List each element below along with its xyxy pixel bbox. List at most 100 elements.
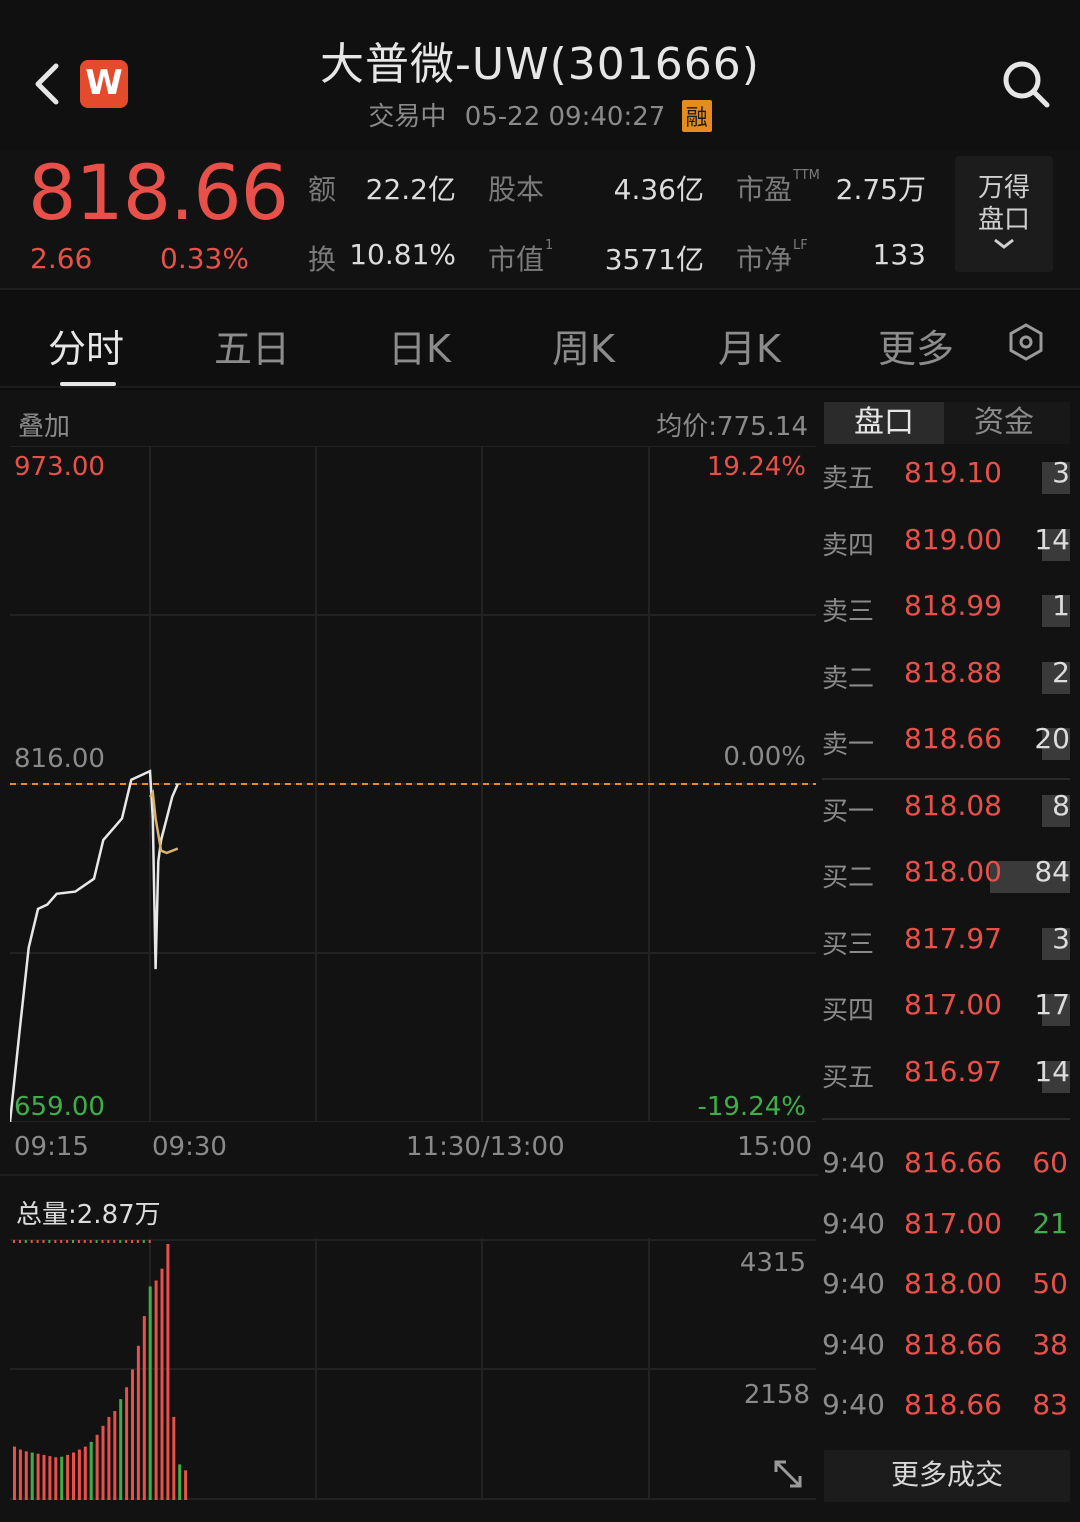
level-name: 买二 [822, 863, 875, 893]
trade-price: 818.00 [904, 1267, 1002, 1300]
auction-marker [72, 1240, 74, 1243]
turnover-label: 额 [308, 173, 337, 206]
overlay-button[interactable]: 叠加 [18, 406, 70, 443]
level-name: 买五 [822, 1062, 875, 1093]
bid-row[interactable]: 买五 816.97 14 [822, 1054, 1072, 1107]
tab-daily-k[interactable]: 日K [388, 318, 451, 373]
level-price: 818.08 [904, 788, 1002, 822]
intraday-price-chart[interactable] [10, 446, 816, 1122]
ask-row[interactable]: 卖五 819.10 3 [822, 456, 1072, 508]
ask-row[interactable]: 卖四 819.00 14 [822, 523, 1072, 575]
turnover-rate-value: 10.81% [349, 238, 456, 271]
volume-bar [30, 1452, 34, 1500]
bid-row[interactable]: 买三 817.97 3 [822, 921, 1072, 974]
level-name: 买四 [822, 996, 875, 1026]
auction-marker [136, 1240, 139, 1243]
tab-monthly-k[interactable]: 月K [718, 318, 781, 373]
wind-box-line1: 万得 [977, 173, 1030, 203]
tab-intraday[interactable]: 分时 [48, 318, 124, 373]
trade-volume: 21 [1032, 1206, 1068, 1240]
tab-more[interactable]: 更多 [878, 318, 954, 373]
tab-weekly-k[interactable]: 周K [552, 318, 615, 373]
bid-row[interactable]: 买四 817.00 17 [822, 988, 1072, 1040]
volume-bar [172, 1416, 176, 1500]
pe-value: 2.75万 [835, 173, 926, 206]
level-price: 818.88 [904, 655, 1002, 689]
auction-marker [101, 1240, 104, 1243]
level-volume: 1 [1052, 589, 1070, 622]
trade-volume: 60 [1032, 1146, 1068, 1179]
auction-marker [54, 1240, 57, 1243]
last-price: 818.66 [28, 148, 289, 237]
auction-marker [18, 1240, 21, 1243]
ask-row[interactable]: 卖一 818.66 20 [822, 722, 1072, 774]
ask-row[interactable]: 卖三 818.99 1 [822, 589, 1072, 641]
auction-marker [83, 1240, 86, 1243]
volume-bar [154, 1280, 158, 1500]
volume-bar [184, 1470, 188, 1500]
volume-bar [178, 1464, 182, 1500]
auction-marker [36, 1240, 39, 1243]
auction-marker [113, 1240, 116, 1243]
tab-orderbook[interactable]: 盘口 [824, 402, 944, 444]
volume-bar [131, 1369, 134, 1500]
level-volume: 3 [1052, 456, 1070, 489]
back-arrow-icon[interactable] [30, 60, 64, 108]
volume-bar [89, 1441, 93, 1500]
pb-value: 133 [872, 238, 926, 271]
volume-bar [48, 1456, 52, 1500]
bid-row[interactable]: 买一 818.08 8 [822, 788, 1072, 841]
active-tab-indicator [60, 382, 116, 386]
wind-orderbook-button[interactable]: 万得 盘口 [955, 156, 1053, 272]
trade-price: 817.00 [904, 1206, 1002, 1240]
tab-capital-flow[interactable]: 资金 [944, 402, 1064, 444]
auction-marker [24, 1240, 27, 1243]
volume-bar [24, 1451, 28, 1500]
volume-bar [119, 1399, 123, 1500]
auction-marker [107, 1240, 110, 1243]
volume-bar [72, 1452, 75, 1500]
x-label-1500: 15:00 [737, 1132, 812, 1162]
trading-status: 交易中 05-22 09:40:27 融 [240, 96, 840, 133]
vol-mid-label: 2158 [743, 1380, 810, 1410]
expand-icon[interactable] [772, 1458, 804, 1490]
auction-marker [89, 1240, 92, 1243]
search-icon[interactable] [1000, 58, 1052, 110]
auction-marker [125, 1240, 128, 1243]
volume-bar [142, 1316, 146, 1500]
tab-five-day[interactable]: 五日 [214, 318, 290, 373]
volume-bar [125, 1387, 129, 1500]
ask-row[interactable]: 卖二 818.88 2 [822, 655, 1072, 708]
level-volume: 20 [1034, 722, 1070, 755]
turnover-rate-label: 换 [308, 243, 337, 276]
auction-marker [13, 1240, 15, 1243]
trade-row: 9:40 818.66 83 [822, 1388, 1072, 1432]
trade-price: 818.66 [904, 1327, 1002, 1361]
volume-bar [13, 1446, 16, 1500]
y-bottom-pct-label: -19.24% [697, 1092, 806, 1122]
vol-top-label: 4315 [739, 1248, 806, 1278]
auction-marker [42, 1240, 45, 1243]
volume-bar [77, 1449, 81, 1500]
stock-title: 大普微-UW(301666) [320, 39, 760, 90]
level-volume: 3 [1052, 921, 1070, 955]
settings-hexagon-icon[interactable] [1006, 322, 1046, 362]
x-label-midday: 11:30/13:00 [406, 1132, 565, 1162]
margin-badge: 融 [681, 100, 712, 132]
trade-time: 9:40 [822, 1327, 885, 1361]
level-volume: 14 [1034, 1054, 1070, 1088]
more-trades-button[interactable]: 更多成交 [824, 1450, 1070, 1502]
volume-chart[interactable] [10, 1238, 816, 1500]
price-line [10, 769, 179, 1122]
volume-bar [54, 1457, 58, 1500]
level-volume: 2 [1052, 655, 1070, 689]
auction-marker [142, 1240, 145, 1243]
trade-row: 9:40 818.00 50 [822, 1267, 1072, 1311]
volume-bar [83, 1446, 87, 1500]
auction-marker [148, 1240, 151, 1243]
trade-time: 9:40 [822, 1388, 885, 1421]
trade-volume: 50 [1032, 1267, 1068, 1300]
level-name: 买一 [822, 796, 875, 827]
level-volume: 84 [1034, 855, 1070, 888]
bid-row[interactable]: 买二 818.00 84 [822, 855, 1072, 907]
